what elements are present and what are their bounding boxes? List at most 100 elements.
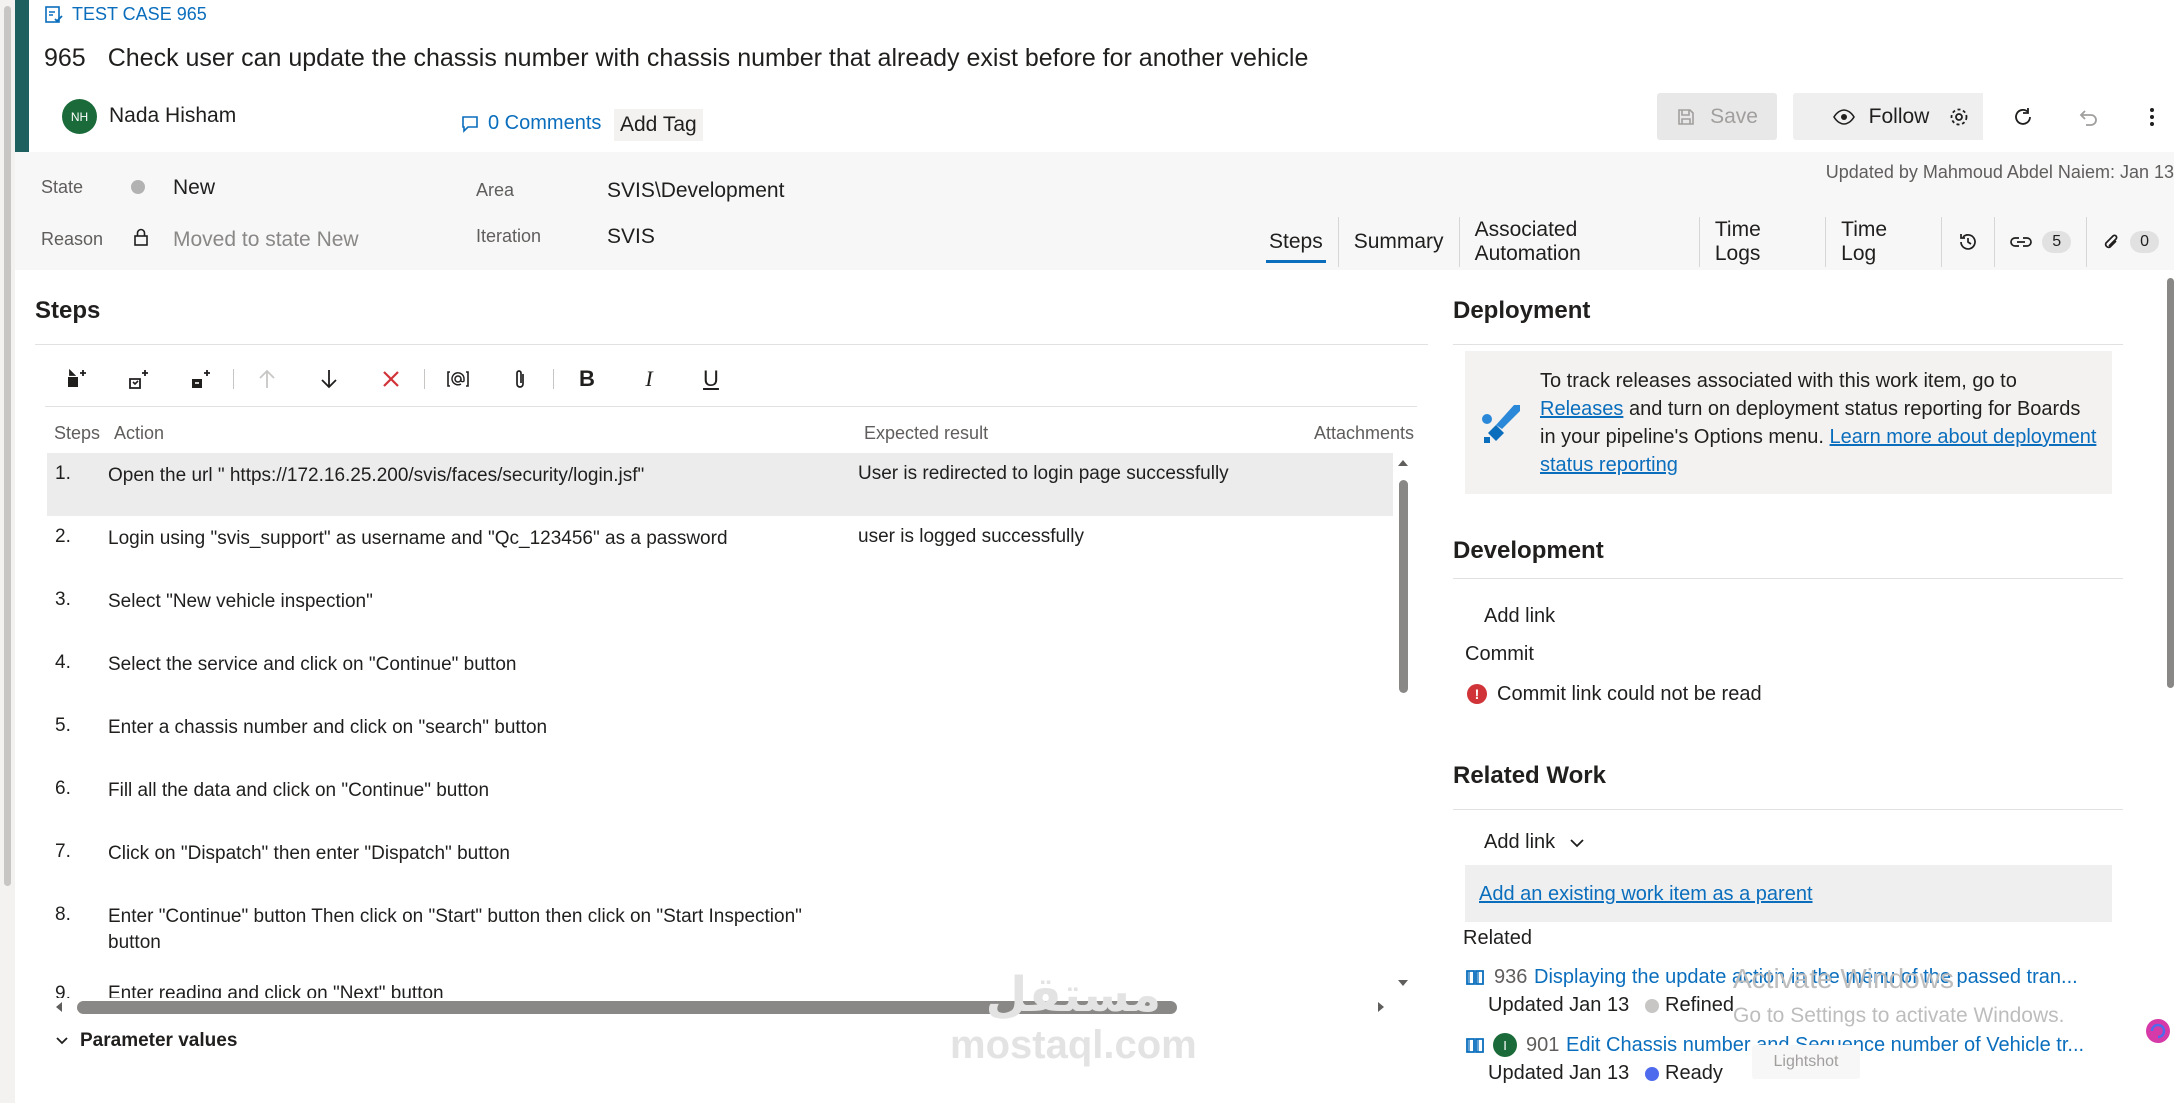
area-field[interactable]: SVIS\Development	[607, 179, 784, 203]
attach-button[interactable]	[489, 356, 551, 402]
development-add-link[interactable]: Add link	[1484, 605, 1555, 628]
scroll-right-icon[interactable]	[1376, 1000, 1386, 1014]
step-action[interactable]: Login using "svis_support" as username a…	[108, 526, 848, 552]
move-down-button[interactable]	[298, 356, 360, 402]
insert-shared-steps-button[interactable]	[107, 356, 169, 402]
underline-icon: U	[703, 366, 719, 391]
create-shared-steps-icon	[192, 370, 210, 388]
step-number: 9.	[55, 983, 71, 998]
bold-button[interactable]: B	[556, 356, 618, 402]
step-expected[interactable]: User is redirected to login page success…	[858, 463, 1229, 485]
links-count-badge: 5	[2042, 231, 2072, 253]
step-action[interactable]: Fill all the data and click on "Continue…	[108, 778, 848, 804]
italic-icon: I	[645, 366, 653, 391]
step-action[interactable]: Select the service and click on "Continu…	[108, 652, 848, 678]
state-field[interactable]: New	[173, 176, 215, 200]
iteration-field[interactable]: SVIS	[607, 225, 655, 249]
development-title: Development	[1453, 537, 1604, 564]
error-icon: !	[1467, 684, 1487, 704]
col-attachments-header: Attachments	[1314, 423, 1415, 443]
deployment-title: Deployment	[1453, 297, 1591, 324]
step-action[interactable]: Enter a chassis number and click on "sea…	[108, 715, 848, 741]
watermark-latin: mostaql.com	[950, 1022, 1197, 1067]
add-tag-button[interactable]: Add Tag	[614, 109, 703, 141]
parameter-icon	[447, 371, 469, 387]
related-label: Related	[1463, 927, 1532, 949]
scroll-down-icon[interactable]	[1396, 978, 1410, 988]
work-item-title[interactable]: 965 Check user can update the chassis nu…	[44, 44, 1308, 73]
tab-summary[interactable]: Summary	[1337, 217, 1459, 267]
italic-button[interactable]: I	[618, 356, 680, 402]
lock-icon	[134, 228, 148, 246]
comments-label: 0 Comments	[488, 112, 602, 134]
scroll-up-icon[interactable]	[1396, 458, 1410, 468]
parameter-values-toggle[interactable]: Parameter values	[56, 1030, 237, 1052]
related-item-state: Refined	[1645, 994, 1734, 1017]
col-action-header: Action	[114, 423, 165, 443]
bold-icon: B	[579, 366, 595, 391]
divider	[1453, 809, 2123, 810]
reason-field: Moved to state New	[173, 228, 359, 251]
avatar[interactable]: NH	[62, 99, 97, 134]
link-icon	[2010, 237, 2033, 247]
related-item-updated: Updated Jan 13	[1488, 1062, 1630, 1084]
arrow-up-icon	[259, 369, 275, 388]
settings-button[interactable]	[1935, 93, 1983, 140]
steps-vertical-scrollbar[interactable]	[1399, 480, 1408, 693]
more-actions-button[interactable]	[2132, 95, 2172, 139]
activate-windows-title: Activate Windows	[1733, 963, 1954, 994]
eye-icon	[1832, 108, 1855, 125]
step-action[interactable]: Select "New vehicle inspection"	[108, 589, 848, 615]
undo-button[interactable]	[2066, 95, 2110, 139]
step-number: 5.	[55, 715, 71, 736]
arrow-down-icon	[321, 370, 337, 389]
save-button[interactable]: Save	[1657, 93, 1777, 140]
step-number: 4.	[55, 652, 71, 673]
attachments-count-badge: 0	[2130, 231, 2159, 253]
assignee-avatar: I	[1493, 1033, 1517, 1057]
delete-step-button[interactable]	[360, 356, 422, 402]
tab-time-log[interactable]: Time Log	[1825, 217, 1941, 267]
refresh-button[interactable]	[2001, 95, 2045, 139]
work-item-title-text[interactable]: Check user can update the chassis number…	[108, 44, 1309, 73]
page-scrollbar[interactable]	[4, 6, 11, 886]
tab-associated-automation[interactable]: Associated Automation	[1458, 217, 1699, 267]
comments-link[interactable]: 0 Comments	[460, 112, 601, 135]
area-label: Area	[476, 180, 515, 200]
pipelines-icon	[1482, 405, 1520, 443]
add-parent-link[interactable]: Add an existing work item as a parent	[1479, 883, 1813, 906]
right-panel-scrollbar[interactable]	[2167, 278, 2174, 688]
test-case-icon	[45, 5, 63, 23]
tab-time-logs[interactable]: Time Logs	[1698, 217, 1825, 267]
watermark-arabic: مستقل	[985, 969, 1162, 1022]
related-item-updated: Updated Jan 13	[1488, 994, 1630, 1016]
delete-icon	[383, 371, 399, 387]
step-action[interactable]: Click on "Dispatch" then enter "Dispatch…	[108, 841, 848, 867]
scroll-left-icon[interactable]	[54, 1000, 64, 1014]
step-action[interactable]: Enter "Continue" button Then click on "S…	[108, 904, 848, 956]
related-add-link[interactable]: Add link	[1484, 831, 1585, 854]
move-up-button[interactable]	[236, 356, 298, 402]
activate-windows-sub: Go to Settings to activate Windows.	[1733, 1004, 2065, 1027]
underline-button[interactable]: U	[680, 356, 742, 402]
releases-link[interactable]: Releases	[1540, 398, 1623, 420]
lightshot-tooltip: Lightshot	[1752, 1045, 1860, 1079]
assistant-icon[interactable]	[2144, 1017, 2172, 1045]
assigned-to[interactable]: Nada Hisham	[109, 104, 236, 128]
tab-history[interactable]	[1941, 217, 1994, 267]
insert-parameter-button[interactable]	[427, 356, 489, 402]
create-shared-steps-button[interactable]	[169, 356, 231, 402]
work-item-tabs: Steps Summary Associated Automation Time…	[1254, 217, 2174, 267]
step-expected[interactable]: user is logged successfully	[858, 526, 1084, 548]
insert-step-button[interactable]	[45, 356, 107, 402]
chevron-down-icon	[56, 1037, 68, 1045]
tab-links[interactable]: 5	[1994, 217, 2086, 267]
paperclip-icon	[2104, 234, 2118, 249]
tab-steps[interactable]: Steps	[1254, 217, 1338, 267]
step-action[interactable]: Open the url " https://172.16.25.200/svi…	[108, 463, 848, 489]
updated-by[interactable]: Updated by Mahmoud Abdel Naiem: Jan 13	[1826, 162, 2174, 183]
divider	[1453, 578, 2123, 579]
step-action[interactable]: Enter reading and click on "Next" button	[108, 983, 444, 998]
step-number: 8.	[55, 904, 71, 925]
tab-attachments[interactable]: 0	[2086, 217, 2174, 267]
